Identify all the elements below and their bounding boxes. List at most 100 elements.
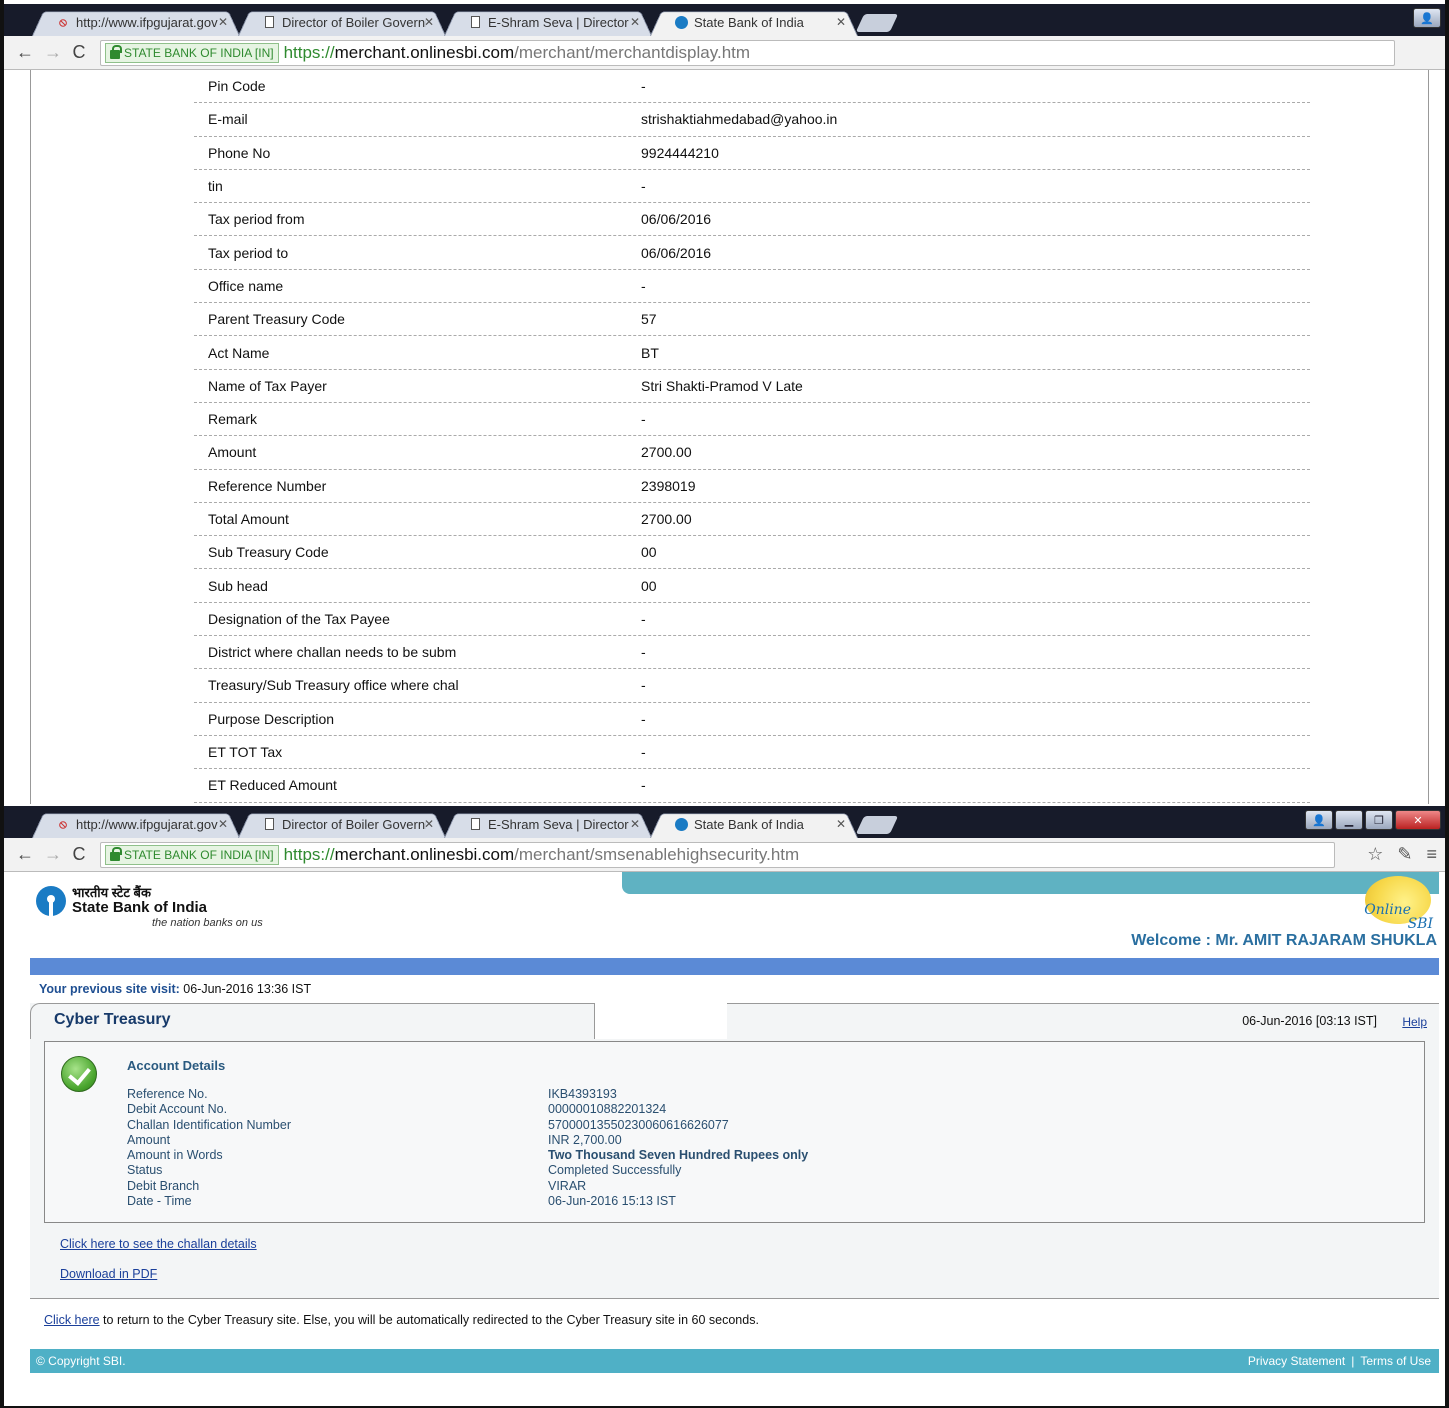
sbi-logo[interactable]: भारतीय स्टेट बैंक State Bank of India th…	[36, 886, 263, 929]
browser-tab[interactable]: Director of Boiler Governm ✕	[232, 810, 452, 838]
close-tab-icon[interactable]: ✕	[630, 817, 640, 831]
detail-label: Debit Account No.	[127, 1102, 228, 1117]
detail-value: INR 2,700.00	[548, 1132, 622, 1147]
nav-band	[30, 958, 1439, 975]
detail-value: IKB4393193	[548, 1087, 617, 1101]
detail-value: Two Thousand Seven Hundred Rupees only	[548, 1148, 809, 1163]
reload-icon[interactable]: C	[72, 844, 86, 865]
row-value: -	[641, 710, 646, 727]
row-value: 2398019	[641, 477, 696, 494]
merchant-details-table: Pin Code - E-mail strishaktiahmedabad@yahoo…	[194, 70, 1310, 803]
profile-icon[interactable]: 👤	[1413, 8, 1441, 28]
terms-of-use-link[interactable]: Terms of Use	[1360, 1354, 1431, 1368]
row-label: Name of Tax Payer	[208, 377, 327, 394]
browser-toolbar: ← → C STATE BANK OF INDIA [IN] https://m…	[4, 36, 1445, 70]
tab-title: http://www.ifpgujarat.gov	[76, 816, 218, 832]
previous-visit-value: 06-Jun-2016 13:36 IST	[183, 982, 312, 996]
row-value: -	[641, 777, 646, 794]
row-value: 2700.00	[641, 444, 692, 461]
download-pdf-link[interactable]: Download in PDF	[60, 1267, 157, 1281]
page-right-border	[1428, 70, 1429, 804]
browser-tab[interactable]: State Bank of India ✕	[644, 810, 864, 838]
row-value: -	[641, 677, 646, 694]
url-scheme: https://	[283, 42, 335, 62]
close-tab-icon[interactable]: ✕	[630, 15, 640, 29]
table-row: Parent Treasury Code 57	[194, 303, 1310, 337]
table-row: Office name -	[194, 270, 1310, 304]
help-link[interactable]: Help	[1402, 1015, 1427, 1029]
window-controls: 👤 ▁ ❐ ✕	[1305, 810, 1441, 830]
row-label: Act Name	[208, 344, 270, 361]
page-icon	[262, 15, 276, 29]
back-icon[interactable]: ←	[16, 42, 34, 63]
close-tab-icon[interactable]: ✕	[218, 15, 228, 29]
account-details-list: Reference No. IKB4393193 Debit Account No.…	[127, 1087, 1424, 1209]
list-item: Reference No. IKB4393193	[127, 1087, 1424, 1102]
copyright: © Copyright SBI.	[36, 1354, 126, 1368]
row-value: strishaktiahmedabad@yahoo.in	[641, 111, 838, 128]
address-bar[interactable]: STATE BANK OF INDIA [IN] https://merchan…	[100, 39, 1395, 66]
welcome-message: Welcome : Mr. AMIT RAJARAM SHUKLA	[1131, 932, 1437, 949]
close-tab-icon[interactable]: ✕	[836, 15, 846, 29]
privacy-statement-link[interactable]: Privacy Statement	[1248, 1354, 1345, 1368]
browser-tab[interactable]: E-Shram Seva | Director of ✕	[438, 8, 658, 36]
return-click-here-link[interactable]: Click here	[44, 1313, 100, 1327]
row-value: -	[641, 644, 646, 661]
footer: © Copyright SBI. Privacy Statement | Ter…	[30, 1349, 1439, 1373]
new-tab-button[interactable]	[855, 816, 899, 834]
close-tab-icon[interactable]: ✕	[424, 817, 434, 831]
detail-label: Challan Identification Number	[127, 1117, 291, 1132]
browser-tab[interactable]: ⦸ http://www.ifpgujarat.gov ✕	[26, 8, 246, 36]
row-value: -	[641, 411, 646, 428]
row-label: ET TOT Tax	[208, 744, 283, 761]
browser-tab[interactable]: State Bank of India ✕	[644, 8, 864, 36]
row-label: Amount	[208, 444, 257, 461]
ev-certificate-badge[interactable]: STATE BANK OF INDIA [IN]	[105, 42, 279, 63]
footer-separator: |	[1351, 1354, 1355, 1368]
forward-icon[interactable]: →	[44, 844, 62, 865]
address-bar[interactable]: STATE BANK OF INDIA [IN] https://merchan…	[100, 841, 1335, 868]
back-icon[interactable]: ←	[16, 844, 34, 865]
redirect-notice: Click here to return to the Cyber Treasu…	[4, 1299, 1445, 1349]
minimize-icon[interactable]: ▁	[1335, 810, 1363, 830]
pdf-icon: ⦸	[59, 14, 67, 29]
close-tab-icon[interactable]: ✕	[424, 15, 434, 29]
row-label: Sub head	[208, 577, 268, 594]
page-title: Cyber Treasury	[54, 1011, 171, 1028]
row-value: -	[641, 78, 646, 95]
close-tab-icon[interactable]: ✕	[218, 817, 228, 831]
row-value: -	[641, 277, 646, 294]
row-value: -	[641, 178, 646, 195]
browser-tab[interactable]: E-Shram Seva | Director of ✕	[438, 810, 658, 838]
challan-details-link[interactable]: Click here to see the challan details	[60, 1237, 257, 1251]
page-left-border	[30, 70, 31, 804]
row-label: Parent Treasury Code	[208, 311, 345, 328]
list-item: Status Completed Successfully	[127, 1163, 1424, 1178]
profile-icon[interactable]: 👤	[1305, 810, 1333, 830]
logo-english-name: State Bank of India	[72, 898, 208, 916]
forward-icon[interactable]: →	[44, 42, 62, 63]
browser-tab[interactable]: Director of Boiler Governm ✕	[232, 8, 452, 36]
new-tab-button[interactable]	[855, 14, 899, 32]
reload-icon[interactable]: C	[72, 42, 86, 63]
tab-title: Director of Boiler Governm	[282, 816, 426, 832]
browser-tab[interactable]: ⦸ http://www.ifpgujarat.gov ✕	[26, 810, 246, 838]
menu-icon[interactable]: ≡	[1426, 844, 1437, 865]
url-host: merchant.onlinesbi.com	[334, 844, 515, 864]
close-window-icon[interactable]: ✕	[1395, 810, 1441, 830]
row-label: Total Amount	[208, 511, 289, 527]
url-path: /merchant/smsenablehighsecurity.htm	[514, 844, 800, 864]
success-check-icon	[61, 1056, 97, 1092]
bookmark-star-icon[interactable]: ☆	[1367, 844, 1383, 865]
table-row: Amount 2700.00	[194, 436, 1310, 470]
panel-tab-gap	[595, 1003, 727, 1039]
previous-visit: Your previous site visit: 06-Jun-2016 13…	[4, 975, 1445, 1003]
ev-label: STATE BANK OF INDIA [IN]	[124, 45, 274, 60]
list-item: Challan Identification Number 57000013550…	[127, 1118, 1424, 1133]
ev-certificate-badge[interactable]: STATE BANK OF INDIA [IN]	[105, 844, 279, 865]
table-row: Pin Code -	[194, 70, 1310, 104]
close-tab-icon[interactable]: ✕	[836, 817, 846, 831]
extension-icon[interactable]: ✎	[1397, 844, 1412, 865]
row-value: 00	[641, 544, 657, 561]
restore-icon[interactable]: ❐	[1365, 810, 1393, 830]
